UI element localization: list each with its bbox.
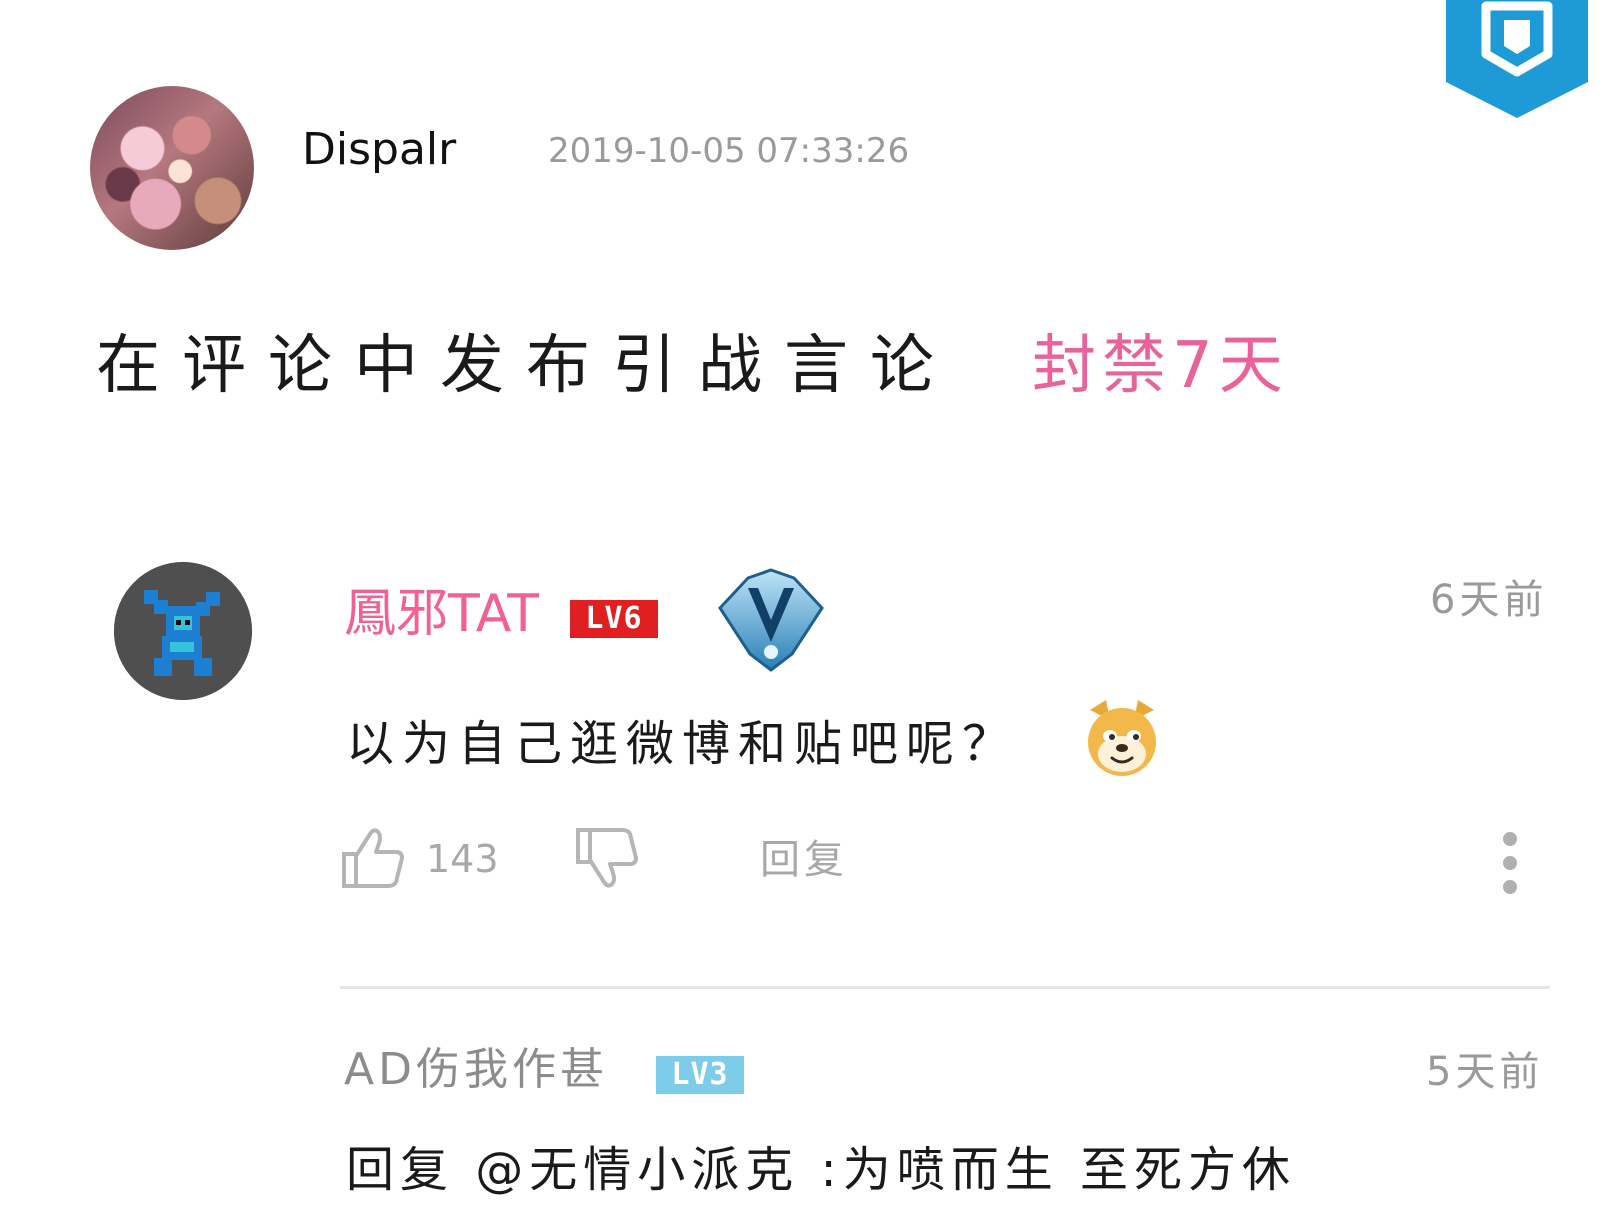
- dislike-button[interactable]: [574, 826, 644, 896]
- reply-username[interactable]: AD伤我作甚: [344, 1048, 608, 1092]
- reply-time: 5天前: [1426, 1049, 1544, 1095]
- more-dot-icon: [1503, 856, 1517, 870]
- comment-text: 以为自己逛微博和贴吧呢？: [346, 716, 1019, 772]
- like-count: 143: [426, 837, 499, 881]
- shield-icon: [1446, 0, 1588, 118]
- ban-timestamp: 2019-10-05 07:33:26: [548, 131, 910, 171]
- shield-badge: [1442, 0, 1592, 120]
- reply-button[interactable]: 回复: [760, 840, 848, 880]
- like-button[interactable]: 143: [340, 824, 510, 894]
- comment-user-avatar[interactable]: [114, 562, 252, 700]
- more-dot-icon: [1503, 880, 1517, 894]
- more-dot-icon: [1503, 832, 1517, 846]
- ban-reason: 在评论中发布引战言论: [96, 329, 956, 403]
- pixel-robot-avatar: [114, 562, 252, 700]
- vip-medal-icon: [716, 568, 826, 672]
- ban-username[interactable]: Dispalr: [302, 128, 456, 172]
- ban-user-avatar[interactable]: [90, 86, 254, 250]
- level-badge: LV6: [570, 600, 658, 638]
- reply-text: 回复 @无情小派克 :为喷而生 至死方休: [346, 1142, 1296, 1198]
- level-badge: LV3: [656, 1056, 744, 1094]
- divider: [340, 986, 1550, 989]
- thumbs-up-icon: [342, 828, 404, 888]
- comment-time: 6天前: [1430, 577, 1548, 623]
- more-options-button[interactable]: [1490, 832, 1530, 902]
- doge-emoji: [1080, 696, 1164, 780]
- comment-username[interactable]: 鳳邪TAT: [344, 588, 539, 640]
- ban-penalty: 封禁7天: [1032, 329, 1289, 403]
- thumbs-down-icon: [576, 828, 638, 888]
